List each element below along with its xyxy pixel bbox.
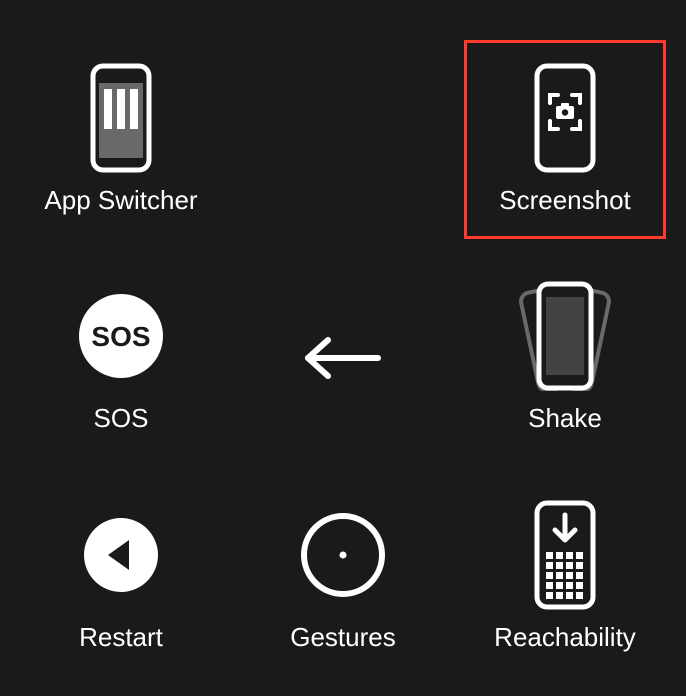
restart-label: Restart [79,622,163,653]
gestures-button[interactable]: Gestures [242,477,444,676]
restart-icon [82,500,160,610]
restart-button[interactable]: Restart [20,477,222,676]
app-switcher-icon [90,63,152,173]
reachability-icon [534,500,596,610]
app-switcher-button[interactable]: App Switcher [20,40,222,239]
assistive-touch-menu: App Switcher Screenshot [0,0,686,696]
app-switcher-label: App Switcher [44,185,197,216]
screenshot-label: Screenshot [499,185,631,216]
screenshot-button[interactable]: Screenshot [464,40,666,239]
screenshot-icon [534,63,596,173]
sos-label: SOS [94,403,149,434]
svg-text:SOS: SOS [91,321,150,352]
gestures-label: Gestures [290,622,396,653]
shake-button[interactable]: Shake [464,259,666,458]
reachability-button[interactable]: Reachability [464,477,666,676]
back-arrow-icon [298,333,388,383]
sos-icon: SOS [78,281,164,391]
empty-cell [242,40,444,239]
shake-icon [500,281,630,391]
gestures-icon [300,500,386,610]
menu-grid: App Switcher Screenshot [20,40,666,676]
sos-button[interactable]: SOS SOS [20,259,222,458]
back-button[interactable] [242,259,444,458]
reachability-label: Reachability [494,622,636,653]
shake-label: Shake [528,403,602,434]
